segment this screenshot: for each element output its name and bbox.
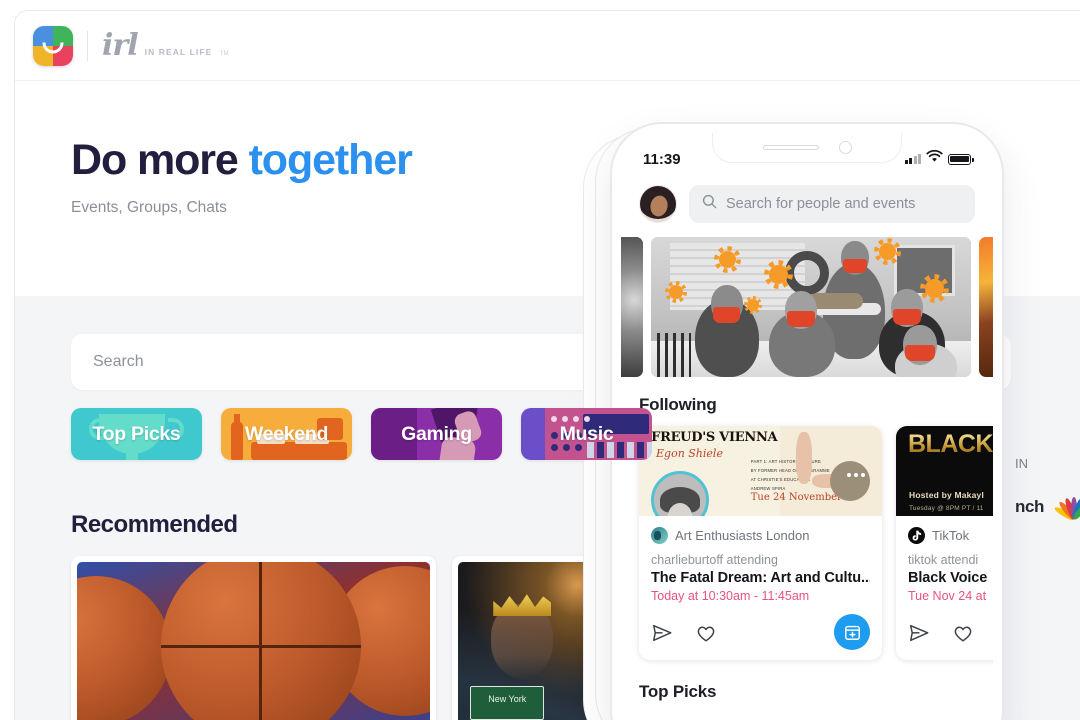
app-search-placeholder: Search for people and events (726, 196, 916, 212)
poster-subtitle: Egon Shiele (656, 446, 723, 460)
recommended-card-march-madness[interactable]: MARCH MADNESS (71, 556, 436, 720)
event-card-actions (896, 612, 993, 660)
chip-label: Weekend (244, 422, 329, 445)
status-icons (904, 149, 974, 168)
chip-label: Gaming (401, 422, 472, 445)
as-seen-in-row: nch (1015, 493, 1080, 522)
event-card-body: Art Enthusiasts London charlieburtoff at… (639, 516, 882, 612)
chip-label: Top Picks (92, 422, 181, 445)
poster-title: FREUD'S VIENNA (651, 429, 778, 445)
app-search-row: Search for people and events (621, 185, 993, 223)
heart-icon[interactable] (695, 622, 717, 649)
send-icon[interactable] (651, 622, 673, 649)
virus-graphic (925, 279, 944, 298)
hero-title-part1: Do more (71, 136, 249, 184)
front-camera-icon (838, 141, 852, 154)
brand[interactable]: irl IN REAL LIFE TM (33, 25, 229, 66)
brand-divider (87, 30, 88, 61)
event-host[interactable]: TikTok (908, 527, 993, 544)
brand-tagline: IN REAL LIFE (144, 47, 213, 57)
screenshot-root: irl IN REAL LIFE TM On Campus Sig Do mor… (0, 0, 1080, 720)
as-seen-in-label: IN (1015, 456, 1028, 471)
add-to-calendar-button[interactable] (834, 614, 870, 650)
event-card-fatal-dream[interactable]: FREUD'S VIENNA Egon Shiele PART 1: ART H… (639, 426, 882, 660)
search-placeholder: Search (93, 353, 144, 370)
poster-artwork (790, 430, 877, 513)
virus-graphic (769, 265, 788, 284)
event-attending: charlieburtoff attending (651, 553, 778, 567)
as-seen-in-strip: IN nch (1015, 456, 1080, 522)
following-section-title: Following (639, 395, 717, 414)
signal-icon (904, 154, 921, 164)
wifi-icon (926, 149, 943, 168)
event-time: Today at 10:30am - 11:45am (651, 589, 810, 603)
chip-weekend[interactable]: Weekend (221, 408, 352, 460)
chip-label: Music (559, 422, 614, 445)
recommended-section-title: Recommended (71, 511, 238, 538)
irl-logo-icon[interactable] (33, 25, 73, 66)
event-attending: tiktok attendi (908, 553, 979, 567)
feed-hero-carousel[interactable] (621, 237, 993, 377)
freud-vienna-poster: FREUD'S VIENNA Egon Shiele PART 1: ART H… (639, 426, 882, 516)
event-card-actions (639, 612, 882, 660)
search-icon (702, 194, 717, 214)
chip-top-picks[interactable]: Top Picks (71, 408, 202, 460)
event-card-body: TikTok tiktok attendi Black Voice Tue No… (896, 516, 993, 612)
host-name: TikTok (932, 528, 970, 543)
poster-body: Tuesday @ 8PM PT / 11 (909, 505, 984, 512)
event-host[interactable]: Art Enthusiasts London (651, 527, 870, 544)
hero-title-accent: together (248, 136, 413, 184)
event-title: Black Voice (908, 570, 988, 586)
host-name: Art Enthusiasts London (675, 528, 810, 543)
top-navigation-bar: irl IN REAL LIFE TM On Campus Sig (15, 11, 1080, 81)
tiktok-icon (908, 527, 925, 544)
app-feed[interactable]: Following FREUD'S VIENNA Egon Shiele PAR… (621, 237, 993, 720)
chip-music[interactable]: Music (521, 408, 652, 460)
phone-screen: 11:39 Search for people and events Follo… (621, 133, 993, 720)
hero-peek-right-image[interactable] (979, 237, 993, 377)
virus-graphic (719, 251, 736, 268)
brand-name: irl (102, 28, 139, 63)
heart-icon[interactable] (952, 622, 974, 649)
user-avatar[interactable] (639, 185, 677, 223)
trademark-mark: TM (219, 51, 230, 57)
march-madness-image: MARCH MADNESS (77, 562, 430, 720)
virus-graphic (879, 243, 896, 260)
chip-gaming[interactable]: Gaming (371, 408, 502, 460)
new-york-sign: New York (470, 685, 545, 720)
brand-wordmark: irl IN REAL LIFE TM (102, 28, 229, 63)
black-voices-poster: BLACK VOICES Hosted by Makayl Tuesday @ … (896, 426, 993, 516)
launch-word: nch (1015, 497, 1045, 516)
host-avatar-icon (651, 527, 668, 544)
event-title: The Fatal Dream: Art and Cultu... (651, 570, 870, 586)
hero-thanksgiving-masks-image[interactable] (651, 237, 971, 377)
phone-notch (712, 133, 902, 163)
poster-subtitle: Hosted by Makayl (909, 490, 985, 500)
virus-graphic (747, 299, 759, 311)
phone-mockup: 11:39 Search for people and events Follo… (610, 122, 1004, 720)
earpiece-speaker (762, 145, 819, 150)
hero-peek-left-image[interactable] (621, 237, 643, 377)
battery-icon (948, 153, 974, 165)
app-search-input[interactable]: Search for people and events (689, 185, 975, 223)
event-card-black-voices[interactable]: BLACK VOICES Hosted by Makayl Tuesday @ … (896, 426, 993, 660)
event-time: Tue Nov 24 at (908, 589, 987, 603)
status-clock: 11:39 (643, 150, 681, 168)
send-icon[interactable] (908, 622, 930, 649)
top-picks-section-title: Top Picks (639, 682, 717, 701)
nbc-peacock-icon (1053, 493, 1080, 522)
virus-graphic (669, 285, 683, 299)
poster-title: BLACK VOICES (908, 432, 993, 457)
following-card-row: FREUD'S VIENNA Egon Shiele PART 1: ART H… (621, 426, 993, 660)
